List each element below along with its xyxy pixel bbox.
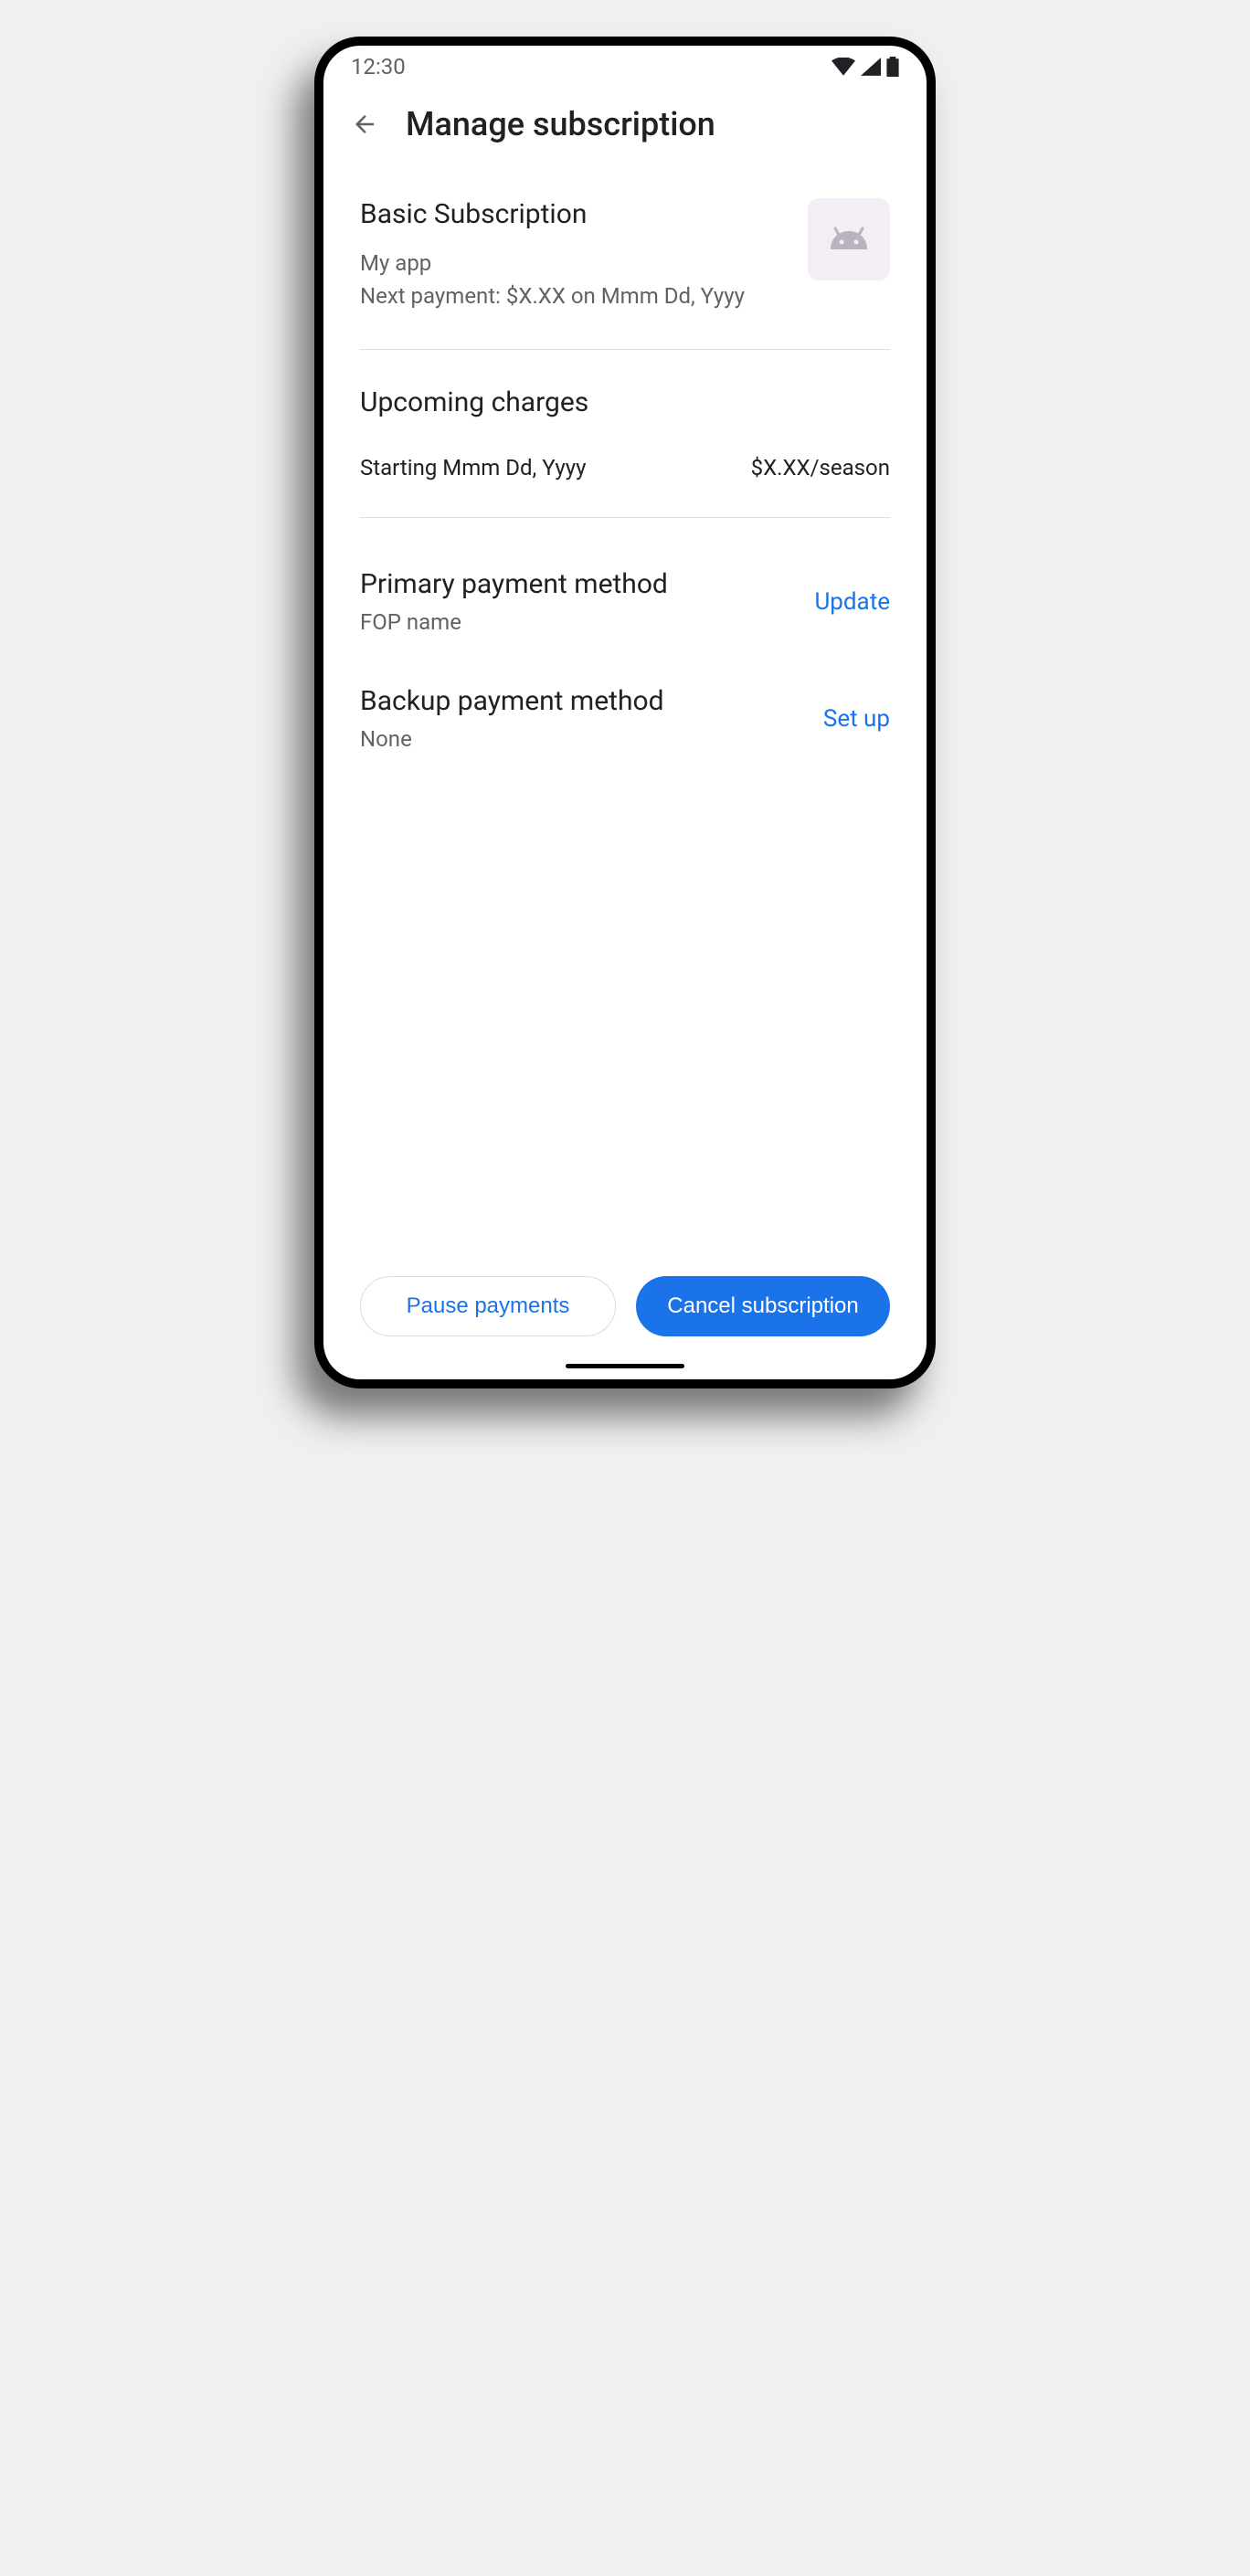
bottom-action-bar: Pause payments Cancel subscription [323,1249,927,1364]
divider [360,349,890,350]
setup-button[interactable]: Set up [823,705,890,733]
cellular-icon [861,58,881,76]
status-icons [832,57,899,77]
cancel-subscription-button[interactable]: Cancel subscription [636,1276,890,1336]
charge-row: Starting Mmm Dd, Yyyy $X.XX/season [360,455,890,480]
phone-screen: 12:30 Manage subscription [323,46,927,1379]
content: Basic Subscription My app Next payment: … [323,171,927,1249]
subscription-header: Basic Subscription My app Next payment: … [360,171,890,340]
navigation-handle[interactable] [566,1364,684,1368]
divider [360,517,890,518]
backup-payment-item: Backup payment method None Set up [360,685,890,752]
primary-payment-title: Primary payment method [360,568,668,600]
back-icon[interactable] [351,111,378,138]
app-bar: Manage subscription [323,87,927,171]
primary-payment-value: FOP name [360,609,668,635]
app-icon [808,198,890,280]
wifi-icon [832,58,855,76]
pause-payments-button[interactable]: Pause payments [360,1276,616,1336]
battery-icon [886,57,899,77]
charge-start-label: Starting Mmm Dd, Yyyy [360,455,586,480]
page-title: Manage subscription [406,105,715,143]
android-icon [826,224,872,255]
backup-payment-title: Backup payment method [360,685,664,717]
charge-amount: $X.XX/season [751,455,890,480]
update-button[interactable]: Update [814,588,890,616]
backup-payment-value: None [360,726,664,752]
phone-frame: 12:30 Manage subscription [314,37,936,1388]
upcoming-charges-title: Upcoming charges [360,386,890,418]
app-name: My app [360,247,745,280]
status-time: 12:30 [351,54,406,79]
status-bar: 12:30 [323,46,927,87]
next-payment: Next payment: $X.XX on Mmm Dd, Yyyy [360,280,745,312]
subscription-title: Basic Subscription [360,198,745,230]
primary-payment-item: Primary payment method FOP name Update [360,568,890,635]
